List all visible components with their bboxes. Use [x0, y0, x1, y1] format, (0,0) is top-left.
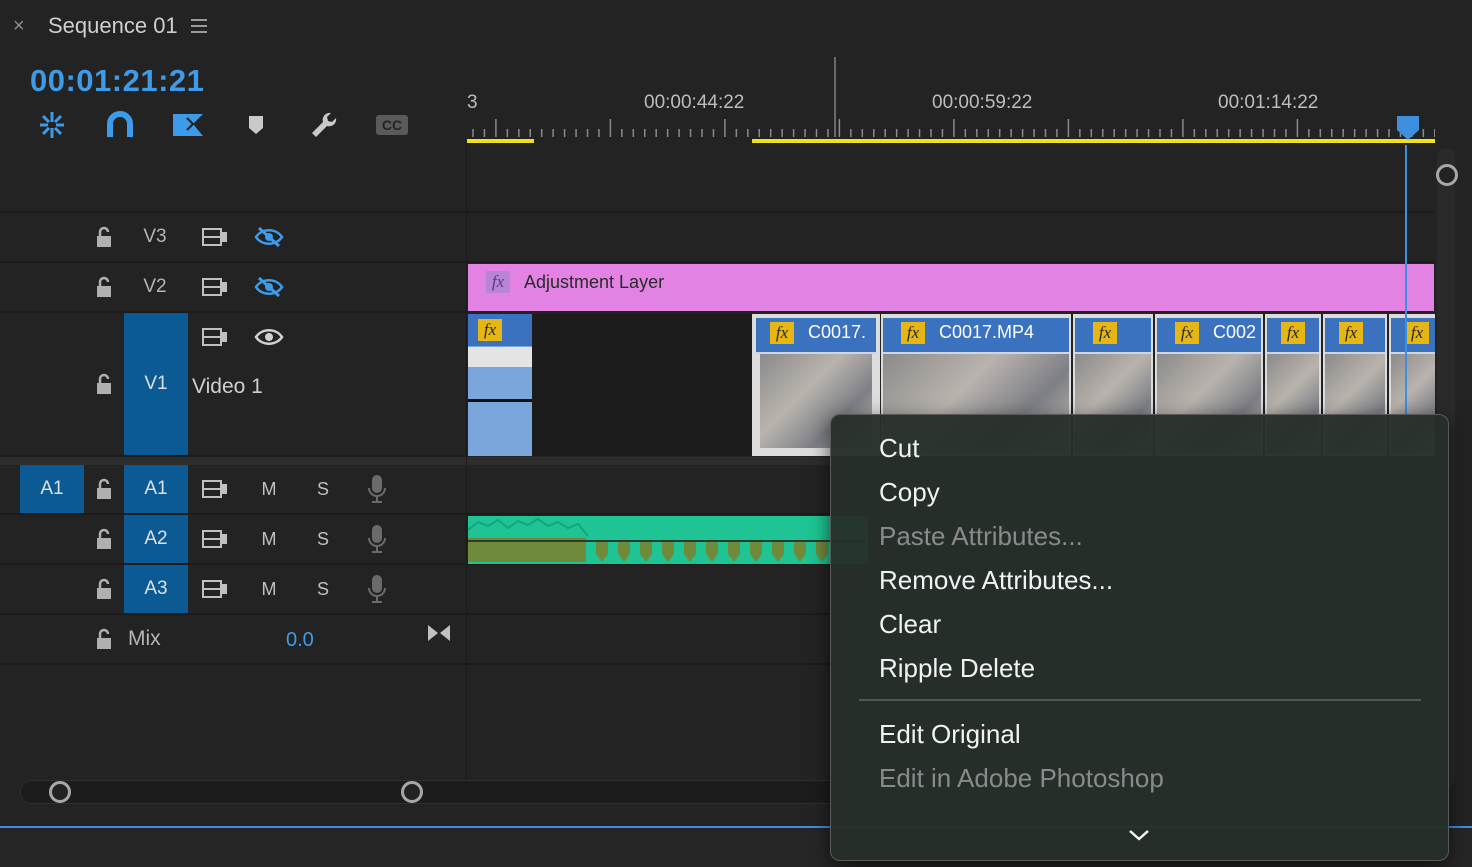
- wrench-icon[interactable]: [306, 109, 342, 141]
- fx-badge: fx: [478, 319, 502, 341]
- fx-badge: fx: [1175, 322, 1199, 344]
- sync-lock-icon[interactable]: [200, 525, 230, 553]
- scroll-handle-right[interactable]: [401, 781, 423, 803]
- linked-selection-icon[interactable]: [170, 109, 206, 141]
- lock-icon[interactable]: [90, 575, 118, 603]
- empty-gap[interactable]: [532, 314, 752, 456]
- track-divider[interactable]: [0, 457, 466, 465]
- track-header-v3: V3: [0, 213, 466, 263]
- adjustment-layer-clip[interactable]: fx Adjustment Layer: [468, 264, 1434, 311]
- close-tab-button[interactable]: ×: [13, 14, 25, 38]
- svg-text:CC: CC: [382, 117, 402, 133]
- playhead-line[interactable]: [1405, 145, 1407, 415]
- lock-icon[interactable]: [90, 223, 118, 251]
- chevron-down-icon[interactable]: [1127, 827, 1151, 843]
- fx-badge: fx: [770, 322, 794, 344]
- solo-button[interactable]: S: [308, 525, 338, 553]
- lock-icon[interactable]: [90, 625, 118, 653]
- scroll-handle-left[interactable]: [49, 781, 71, 803]
- audio-clip-a2[interactable]: [468, 516, 868, 564]
- ruler-ticks: [472, 119, 1435, 137]
- lock-icon[interactable]: [90, 273, 118, 301]
- mix-volume-value[interactable]: 0.0: [286, 629, 314, 652]
- microphone-icon[interactable]: [362, 573, 392, 605]
- cc-icon[interactable]: CC: [374, 109, 410, 141]
- fx-badge: fx: [1405, 322, 1429, 344]
- menu-separator: [859, 699, 1421, 701]
- work-area-bar[interactable]: [467, 139, 534, 143]
- track-header-mix: Mix 0.0: [0, 615, 466, 665]
- horizontal-scrollbar[interactable]: [20, 780, 842, 804]
- track-target-a3[interactable]: A3: [124, 565, 188, 613]
- track-headers: V3 V2 V1 Video 1 A1 A1 M S A2 M S A3 M S…: [0, 145, 466, 785]
- track-target-v3[interactable]: V3: [124, 213, 186, 261]
- context-menu: Cut Copy Paste Attributes... Remove Attr…: [830, 414, 1449, 861]
- playhead-handle[interactable]: [1396, 115, 1420, 141]
- fx-badge: fx: [1339, 322, 1363, 344]
- eye-hidden-icon[interactable]: [252, 223, 286, 251]
- lock-icon[interactable]: [90, 370, 118, 398]
- track-line: [467, 211, 1435, 213]
- menu-item-clear[interactable]: Clear: [879, 609, 941, 640]
- audio-waveform: [468, 517, 868, 562]
- mute-button[interactable]: M: [254, 475, 284, 503]
- microphone-icon[interactable]: [362, 473, 392, 505]
- mute-button[interactable]: M: [254, 575, 284, 603]
- work-area-bar[interactable]: [752, 139, 1435, 143]
- eye-hidden-icon[interactable]: [252, 273, 286, 301]
- solo-button[interactable]: S: [308, 475, 338, 503]
- snap-magnet-icon[interactable]: [102, 109, 138, 141]
- track-name-v1[interactable]: Video 1: [192, 375, 263, 399]
- insert-nest-icon[interactable]: [34, 109, 70, 141]
- in-point-line: [834, 57, 836, 137]
- lock-icon[interactable]: [90, 475, 118, 503]
- time-ruler[interactable]: 3 00:00:44:22 00:00:59:22 00:01:14:22: [467, 55, 1435, 145]
- sequence-tab-title[interactable]: Sequence 01: [48, 13, 178, 39]
- sync-lock-icon[interactable]: [200, 575, 230, 603]
- menu-item-copy[interactable]: Copy: [879, 477, 940, 508]
- clip-label: C0017.: [808, 322, 867, 342]
- playhead-timecode[interactable]: 00:01:21:21: [30, 63, 204, 99]
- menu-item-ripple-delete[interactable]: Ripple Delete: [879, 653, 1035, 684]
- track-header-a2: A2 M S: [0, 515, 466, 565]
- sync-lock-icon[interactable]: [200, 223, 230, 251]
- microphone-icon[interactable]: [362, 523, 392, 555]
- track-target-a1[interactable]: A1: [124, 465, 188, 513]
- track-header-v2: V2: [0, 263, 466, 313]
- scroll-handle[interactable]: [1436, 164, 1458, 186]
- marker-icon[interactable]: [238, 109, 274, 141]
- menu-item-cut[interactable]: Cut: [879, 433, 919, 464]
- menu-item-edit-in-photoshop: Edit in Adobe Photoshop: [879, 763, 1164, 793]
- menu-item-remove-attributes[interactable]: Remove Attributes...: [879, 565, 1113, 596]
- source-patch-a1[interactable]: A1: [20, 465, 84, 513]
- fx-badge: fx: [1281, 322, 1305, 344]
- track-header-v1: V1 Video 1: [0, 313, 466, 457]
- clip-label: C002: [1213, 322, 1257, 342]
- lock-icon[interactable]: [90, 525, 118, 553]
- hamburger-icon[interactable]: [190, 17, 210, 35]
- fx-badge: fx: [901, 322, 925, 344]
- track-target-a2[interactable]: A2: [124, 515, 188, 563]
- sync-lock-icon[interactable]: [200, 323, 230, 351]
- clip-label: C0017.MP4: [939, 322, 1035, 342]
- track-header-a1: A1 A1 M S: [0, 465, 466, 515]
- bowtie-icon[interactable]: [424, 619, 454, 647]
- track-header-a3: A3 M S: [0, 565, 466, 615]
- video-clip-1[interactable]: fx: [468, 314, 532, 456]
- track-target-v1[interactable]: V1: [124, 313, 188, 455]
- clip-label: Adjustment Layer: [524, 272, 665, 292]
- menu-item-paste-attributes: Paste Attributes...: [879, 521, 1083, 551]
- mute-button[interactable]: M: [254, 525, 284, 553]
- track-header-spacer: [0, 145, 466, 213]
- track-target-v2[interactable]: V2: [124, 263, 186, 311]
- mix-label: Mix: [128, 627, 161, 650]
- fx-badge: fx: [1093, 322, 1117, 344]
- menu-item-edit-original[interactable]: Edit Original: [879, 719, 1021, 750]
- sync-lock-icon[interactable]: [200, 475, 230, 503]
- track-line: [467, 261, 1435, 263]
- sync-lock-icon[interactable]: [200, 273, 230, 301]
- eye-icon[interactable]: [252, 323, 286, 351]
- fx-badge: fx: [486, 271, 510, 293]
- solo-button[interactable]: S: [308, 575, 338, 603]
